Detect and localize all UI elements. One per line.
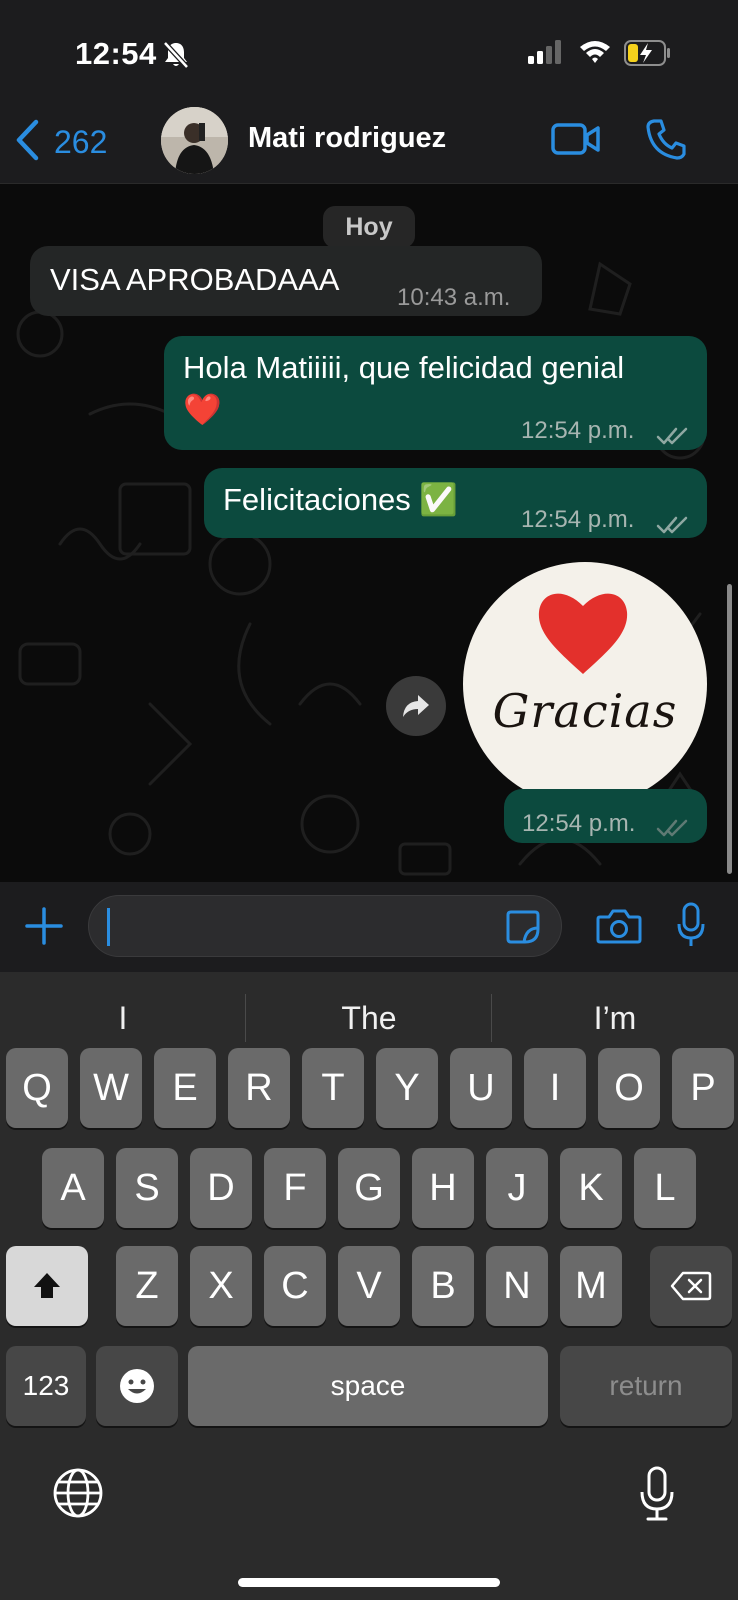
forward-arrow-icon (403, 695, 429, 717)
key-d[interactable]: D (190, 1148, 252, 1228)
key-q[interactable]: Q (6, 1048, 68, 1128)
key-e[interactable]: E (154, 1048, 216, 1128)
sticker-message[interactable]: Gracias (463, 562, 707, 806)
message-bubble-incoming[interactable]: VISA APROBADAAA 10:43 a.m. (30, 246, 542, 316)
shift-key[interactable] (6, 1246, 88, 1326)
chevron-left-icon (14, 119, 40, 166)
status-time: 12:54 (75, 36, 157, 71)
dictation-button[interactable] (638, 1466, 676, 1527)
forward-button[interactable] (386, 676, 446, 736)
chat-area[interactable]: Hoy VISA APROBADAAA 10:43 a.m. Hola Mati… (0, 184, 738, 882)
key-w[interactable]: W (80, 1048, 142, 1128)
backspace-key[interactable] (650, 1246, 732, 1326)
key-g[interactable]: G (338, 1148, 400, 1228)
message-time: 12:54 p.m. (522, 810, 636, 837)
date-chip: Hoy (323, 206, 415, 248)
globe-icon (53, 1468, 103, 1518)
phone-icon (646, 119, 686, 160)
message-time: 12:54 p.m. (521, 506, 635, 533)
key-o[interactable]: O (598, 1048, 660, 1128)
return-key[interactable]: return (560, 1346, 732, 1426)
battery-charging-icon (624, 40, 672, 71)
numbers-key[interactable]: 123 (6, 1346, 86, 1426)
message-time: 12:54 p.m. (521, 417, 635, 444)
back-button[interactable]: 262 (14, 119, 108, 166)
unread-count: 262 (54, 123, 108, 160)
microphone-button[interactable] (676, 902, 706, 953)
key-x[interactable]: X (190, 1246, 252, 1326)
sticker-time-bubble: 12:54 p.m. (504, 789, 707, 843)
plus-button[interactable] (24, 906, 64, 951)
message-text: Hola Matiiiii, que felicidad genial (183, 350, 625, 385)
voice-call-button[interactable] (646, 118, 686, 165)
key-k[interactable]: K (560, 1148, 622, 1228)
key-r[interactable]: R (228, 1048, 290, 1128)
key-b[interactable]: B (412, 1246, 474, 1326)
space-key[interactable]: space (188, 1346, 548, 1426)
message-text-emoji: ❤️ (183, 392, 222, 427)
message-time: 10:43 a.m. (397, 284, 511, 311)
read-receipt-icon (656, 808, 690, 848)
key-a[interactable]: A (42, 1148, 104, 1228)
keyboard: I The I’m Q W E R T Y U I O P A S D F G … (0, 972, 738, 1600)
key-j[interactable]: J (486, 1148, 548, 1228)
home-indicator[interactable] (238, 1578, 500, 1587)
key-i[interactable]: I (524, 1048, 586, 1128)
key-s[interactable]: S (116, 1148, 178, 1228)
shift-arrow-icon (34, 1273, 60, 1298)
emoji-key[interactable] (96, 1346, 178, 1426)
key-v[interactable]: V (338, 1246, 400, 1326)
read-receipt-icon (656, 505, 690, 545)
globe-button[interactable] (52, 1467, 104, 1524)
key-p[interactable]: P (672, 1048, 734, 1128)
key-u[interactable]: U (450, 1048, 512, 1128)
status-bar: 12:54 (0, 0, 738, 100)
suggestion-3[interactable]: I’m (492, 992, 738, 1044)
microphone-icon (677, 902, 705, 946)
key-z[interactable]: Z (116, 1246, 178, 1326)
key-y[interactable]: Y (376, 1048, 438, 1128)
key-f[interactable]: F (264, 1148, 326, 1228)
delete-backspace-icon (670, 1271, 712, 1301)
scroll-indicator[interactable] (727, 584, 732, 874)
message-text: VISA APROBADAAA (50, 262, 340, 297)
key-n[interactable]: N (486, 1246, 548, 1326)
key-l[interactable]: L (634, 1148, 696, 1228)
sticker-button[interactable] (505, 909, 541, 950)
key-t[interactable]: T (302, 1048, 364, 1128)
message-input[interactable] (88, 895, 562, 957)
message-bubble-outgoing[interactable]: Hola Matiiiii, que felicidad genial ❤️ 1… (164, 336, 707, 450)
camera-icon (596, 909, 642, 944)
plus-icon (25, 907, 63, 945)
avatar[interactable] (161, 107, 228, 174)
bell-slash-icon (162, 40, 190, 75)
key-m[interactable]: M (560, 1246, 622, 1326)
microphone-icon (640, 1466, 674, 1521)
suggestion-1[interactable]: I (0, 992, 246, 1044)
contact-name[interactable]: Mati rodriguez (248, 122, 446, 155)
suggestion-2[interactable]: The (246, 992, 492, 1044)
key-h[interactable]: H (412, 1148, 474, 1228)
wifi-icon (578, 38, 612, 71)
emoji-icon (120, 1369, 154, 1403)
message-bubble-outgoing[interactable]: Felicitaciones ✅ 12:54 p.m. (204, 468, 707, 538)
chat-header: 262 Mati rodriguez (0, 100, 738, 184)
video-call-button[interactable] (551, 122, 601, 161)
camera-button[interactable] (596, 908, 642, 949)
key-c[interactable]: C (264, 1246, 326, 1326)
video-camera-icon (551, 123, 600, 155)
read-receipt-icon (656, 416, 690, 456)
composer-bar (0, 882, 738, 972)
cellular-signal-icon (528, 40, 564, 69)
sticker-caption: Gracias (492, 684, 678, 738)
text-cursor (107, 908, 110, 946)
message-text: Felicitaciones ✅ (223, 482, 459, 517)
sticker-icon (506, 910, 540, 944)
